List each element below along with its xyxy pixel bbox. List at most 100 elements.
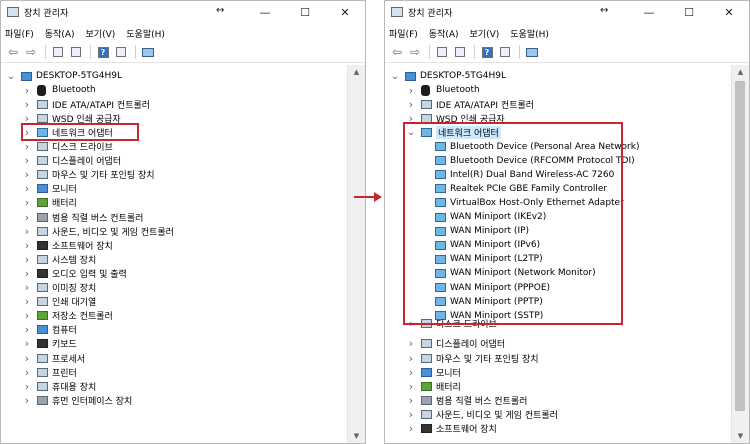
chevron-right-icon[interactable]: › (407, 352, 415, 365)
chevron-right-icon[interactable]: › (407, 380, 415, 393)
chevron-right-icon[interactable]: › (407, 422, 415, 435)
chevron-right-icon[interactable]: › (23, 267, 31, 280)
tree-root[interactable]: ⌄ DESKTOP-5TG4H9L (385, 69, 733, 83)
help-icon[interactable]: ? (479, 44, 495, 60)
back-arrow-icon[interactable]: ⇦ (5, 44, 21, 60)
tree-category-item[interactable]: › 사운드, 비디오 및 게임 컨트롤러 (385, 407, 733, 421)
show-hide-tree-icon[interactable] (452, 44, 468, 60)
tree-category-item[interactable]: › 이미징 장치 (1, 281, 349, 295)
show-hide-tree-icon[interactable] (68, 44, 84, 60)
properties-icon[interactable] (50, 44, 66, 60)
back-arrow-icon[interactable]: ⇦ (389, 44, 405, 60)
tree-category-item[interactable]: › 디스플레이 어댑터 (1, 154, 349, 168)
tree-category-item[interactable]: › 오디오 입력 및 출력 (1, 266, 349, 280)
close-button[interactable]: ✕ (325, 1, 365, 23)
scrollbar-thumb[interactable] (735, 81, 745, 411)
tree-category-item[interactable]: › 프린터 (1, 365, 349, 379)
tree-category-item[interactable]: › 소프트웨어 장치 (385, 422, 733, 436)
tree-category-item[interactable]: › 휴먼 인터페이스 장치 (1, 393, 349, 407)
chevron-right-icon[interactable]: › (407, 408, 415, 421)
maximize-button[interactable]: ☐ (669, 1, 709, 23)
tree-category-item[interactable]: › 배터리 (385, 379, 733, 393)
tree-category-item[interactable]: › 키보드 (1, 337, 349, 351)
menu-help[interactable]: 도움말(H) (510, 27, 549, 40)
scroll-down-icon[interactable]: ▼ (348, 429, 365, 443)
chevron-right-icon[interactable]: › (23, 337, 31, 350)
forward-arrow-icon[interactable]: ⇨ (407, 44, 423, 60)
scroll-up-icon[interactable]: ▲ (732, 65, 749, 79)
chevron-right-icon[interactable]: › (23, 84, 31, 97)
vertical-scrollbar[interactable]: ▲ ▼ (731, 65, 749, 443)
menu-view[interactable]: 보기(V) (470, 27, 500, 40)
chevron-right-icon[interactable]: › (23, 323, 31, 336)
menu-action[interactable]: 동작(A) (429, 27, 459, 40)
chevron-right-icon[interactable]: › (407, 98, 415, 111)
chevron-right-icon[interactable]: › (23, 225, 31, 238)
tree-root[interactable]: ⌄ DESKTOP-5TG4H9L (1, 69, 349, 83)
tree-category-item[interactable]: › 범용 직렬 버스 컨트롤러 (385, 393, 733, 407)
menu-file[interactable]: 파일(F) (5, 27, 34, 40)
tree-category-item[interactable]: › 프로세서 (1, 351, 349, 365)
chevron-right-icon[interactable]: › (23, 196, 31, 209)
chevron-right-icon[interactable]: › (23, 253, 31, 266)
chevron-right-icon[interactable]: › (23, 140, 31, 153)
chevron-right-icon[interactable]: › (23, 380, 31, 393)
chevron-right-icon[interactable]: › (23, 366, 31, 379)
chevron-right-icon[interactable]: › (23, 239, 31, 252)
view-toggle-icon[interactable] (497, 44, 513, 60)
scan-hardware-icon[interactable] (524, 44, 540, 60)
chevron-down-icon[interactable]: ⌄ (391, 71, 399, 82)
chevron-right-icon[interactable]: › (23, 295, 31, 308)
minimize-button[interactable]: — (245, 1, 285, 23)
tree-category-item[interactable]: › 컴퓨터 (1, 323, 349, 337)
chevron-right-icon[interactable]: › (407, 84, 415, 97)
chevron-right-icon[interactable]: › (23, 154, 31, 167)
tree-category-item[interactable]: › 시스템 장치 (1, 252, 349, 266)
chevron-right-icon[interactable]: › (407, 394, 415, 407)
chevron-right-icon[interactable]: › (23, 182, 31, 195)
scroll-down-icon[interactable]: ▼ (732, 429, 749, 443)
close-button[interactable]: ✕ (709, 1, 749, 23)
scan-hardware-icon[interactable] (140, 44, 156, 60)
vertical-scrollbar[interactable]: ▲ ▼ (347, 65, 365, 443)
chevron-right-icon[interactable]: › (23, 98, 31, 111)
chevron-right-icon[interactable]: › (23, 168, 31, 181)
tree-category-item[interactable]: › 디스크 드라이브 (1, 140, 349, 154)
tree-category-item[interactable]: › 모니터 (385, 365, 733, 379)
chevron-right-icon[interactable]: › (407, 366, 415, 379)
menu-file[interactable]: 파일(F) (389, 27, 418, 40)
forward-arrow-icon[interactable]: ⇨ (23, 44, 39, 60)
tree-category-item[interactable]: › 소프트웨어 장치 (1, 238, 349, 252)
view-toggle-icon[interactable] (113, 44, 129, 60)
properties-icon[interactable] (434, 44, 450, 60)
tree-category-item[interactable]: › 디스플레이 어댑터 (385, 337, 733, 351)
maximize-button[interactable]: ☐ (285, 1, 325, 23)
menu-view[interactable]: 보기(V) (86, 27, 116, 40)
tree-category-item[interactable]: › IDE ATA/ATAPI 컨트롤러 (385, 97, 733, 111)
tree-category-item[interactable]: › 마우스 및 기타 포인팅 장치 (1, 168, 349, 182)
tree-category-item[interactable]: › 범용 직렬 버스 컨트롤러 (1, 210, 349, 224)
menu-action[interactable]: 동작(A) (45, 27, 75, 40)
tree-category-item[interactable]: › 배터리 (1, 196, 349, 210)
tree-category-item[interactable]: › Bluetooth (1, 83, 349, 97)
tree-category-item[interactable]: › 사운드, 비디오 및 게임 컨트롤러 (1, 224, 349, 238)
tree-category-item[interactable]: › Bluetooth (385, 83, 733, 97)
scroll-up-icon[interactable]: ▲ (348, 65, 365, 79)
tree-category-item[interactable]: › 마우스 및 기타 포인팅 장치 (385, 351, 733, 365)
tree-category-item[interactable]: › 인쇄 대기열 (1, 295, 349, 309)
tree-category-item[interactable]: › IDE ATA/ATAPI 컨트롤러 (1, 97, 349, 111)
chevron-right-icon[interactable]: › (23, 281, 31, 294)
help-icon[interactable]: ? (95, 44, 111, 60)
chevron-right-icon[interactable]: › (23, 394, 31, 407)
tree-category-item[interactable]: › 저장소 컨트롤러 (1, 309, 349, 323)
chevron-right-icon[interactable]: › (23, 211, 31, 224)
minimize-button[interactable]: — (629, 1, 669, 23)
chevron-down-icon[interactable]: ⌄ (7, 71, 15, 82)
tree-item-label: 저장소 컨트롤러 (52, 312, 113, 323)
tree-category-item[interactable]: › 휴대용 장치 (1, 379, 349, 393)
tree-category-item[interactable]: › 모니터 (1, 182, 349, 196)
menu-help[interactable]: 도움말(H) (126, 27, 165, 40)
chevron-right-icon[interactable]: › (23, 352, 31, 365)
chevron-right-icon[interactable]: › (23, 309, 31, 322)
chevron-right-icon[interactable]: › (407, 337, 415, 350)
